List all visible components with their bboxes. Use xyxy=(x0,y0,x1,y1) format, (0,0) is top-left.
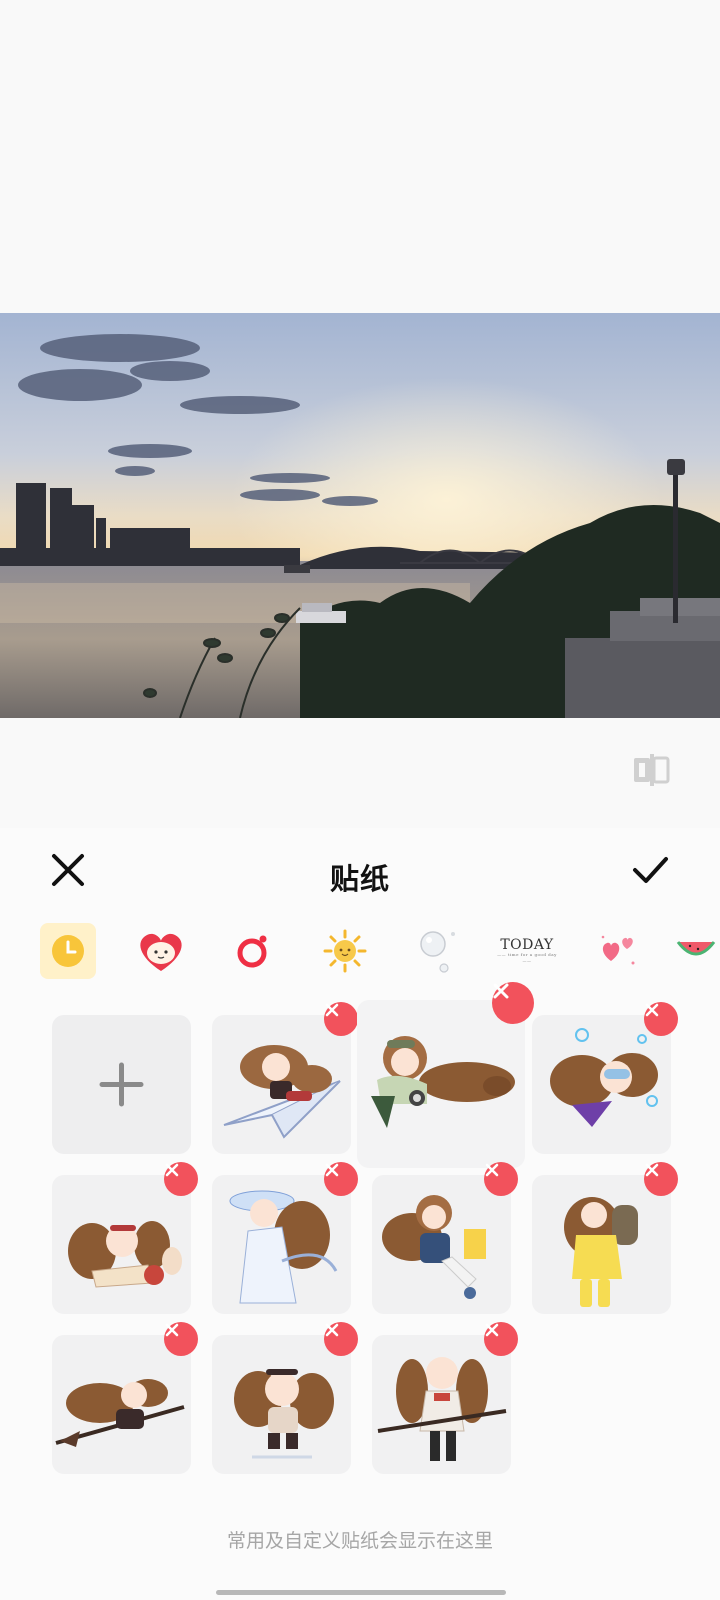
sticker-girl-white-dress-hat xyxy=(229,1190,338,1304)
delete-sticker-button[interactable] xyxy=(484,1322,518,1356)
sticker-girl-sitting-headband xyxy=(234,1369,334,1459)
panel-title: 贴纸 xyxy=(329,862,390,896)
sticker-item[interactable] xyxy=(212,1002,358,1154)
checkmark-icon[interactable] xyxy=(628,848,672,892)
watermelon-icon xyxy=(676,941,716,956)
tab-today[interactable]: TODAY —— time for a good day —— xyxy=(492,923,562,979)
tab-heart-character[interactable] xyxy=(133,923,189,979)
sticker-girl-with-broom-standing xyxy=(377,1357,507,1461)
tab-bubbles[interactable] xyxy=(409,923,465,979)
close-icon xyxy=(485,1323,499,1337)
close-icon xyxy=(493,983,509,999)
tab-recent[interactable] xyxy=(40,923,96,979)
hearts-icon xyxy=(601,935,635,965)
clock-icon xyxy=(52,935,84,967)
close-icon xyxy=(325,1323,339,1337)
hint-text: 常用及自定义贴纸会显示在这里 xyxy=(226,1530,493,1552)
delete-sticker-button[interactable] xyxy=(492,982,534,1024)
close-icon xyxy=(325,1003,339,1017)
sticker-item[interactable] xyxy=(532,1002,678,1154)
sticker-item[interactable] xyxy=(212,1162,358,1314)
sticker-category-tabs: TODAY —— time for a good day —— xyxy=(0,923,720,983)
sticker-item[interactable] xyxy=(52,1162,198,1314)
sun-icon xyxy=(323,929,367,973)
tab-sun[interactable] xyxy=(317,923,373,979)
sticker-item[interactable] xyxy=(212,1322,358,1474)
close-icon xyxy=(165,1163,179,1177)
sticker-panel: 贴纸 TODAY —— time for a good day —— 常用及自定… xyxy=(0,828,720,1600)
delete-sticker-button[interactable] xyxy=(164,1322,198,1356)
delete-sticker-button[interactable] xyxy=(164,1162,198,1196)
sticker-item[interactable] xyxy=(532,1162,678,1314)
delete-sticker-button[interactable] xyxy=(324,1002,358,1036)
home-indicator[interactable] xyxy=(216,1590,506,1595)
close-icon xyxy=(325,1163,339,1177)
tab-watermelon[interactable] xyxy=(676,923,720,979)
add-sticker-button[interactable] xyxy=(52,1015,191,1154)
heart-character-icon xyxy=(140,933,182,971)
plus-icon xyxy=(99,1062,144,1107)
ring-icon xyxy=(237,935,267,968)
sticker-girl-yellow-raincoat xyxy=(564,1197,638,1307)
today-sublabel: —— time for a good day —— xyxy=(497,952,557,963)
compare-toggle-icon[interactable] xyxy=(632,752,672,788)
tab-ring[interactable] xyxy=(224,923,280,979)
sticker-girl-on-paper-plane xyxy=(223,1045,341,1139)
bubbles-icon xyxy=(420,931,455,973)
sticker-girl-sitting-shopping xyxy=(382,1195,486,1299)
sticker-item[interactable] xyxy=(52,1322,198,1474)
delete-sticker-button[interactable] xyxy=(644,1002,678,1036)
close-icon xyxy=(165,1323,179,1337)
today-label: TODAY xyxy=(500,937,554,953)
delete-sticker-button[interactable] xyxy=(644,1162,678,1196)
delete-sticker-button[interactable] xyxy=(324,1322,358,1356)
close-icon xyxy=(645,1003,659,1017)
close-icon xyxy=(645,1163,659,1177)
sticker-item[interactable] xyxy=(372,1322,518,1474)
tab-hearts[interactable] xyxy=(591,923,647,979)
sticker-girl-reading-book xyxy=(68,1221,182,1288)
sticker-girl-lying-with-camera xyxy=(371,1036,515,1128)
photo-preview[interactable] xyxy=(0,313,720,718)
sticker-girl-underwater-snorkel xyxy=(550,1028,658,1127)
close-icon xyxy=(485,1163,499,1177)
delete-sticker-button[interactable] xyxy=(324,1162,358,1196)
delete-sticker-button[interactable] xyxy=(484,1162,518,1196)
sticker-girl-on-broom xyxy=(55,1379,185,1447)
sticker-item[interactable] xyxy=(372,1162,518,1314)
sticker-item-selected[interactable] xyxy=(357,982,534,1168)
